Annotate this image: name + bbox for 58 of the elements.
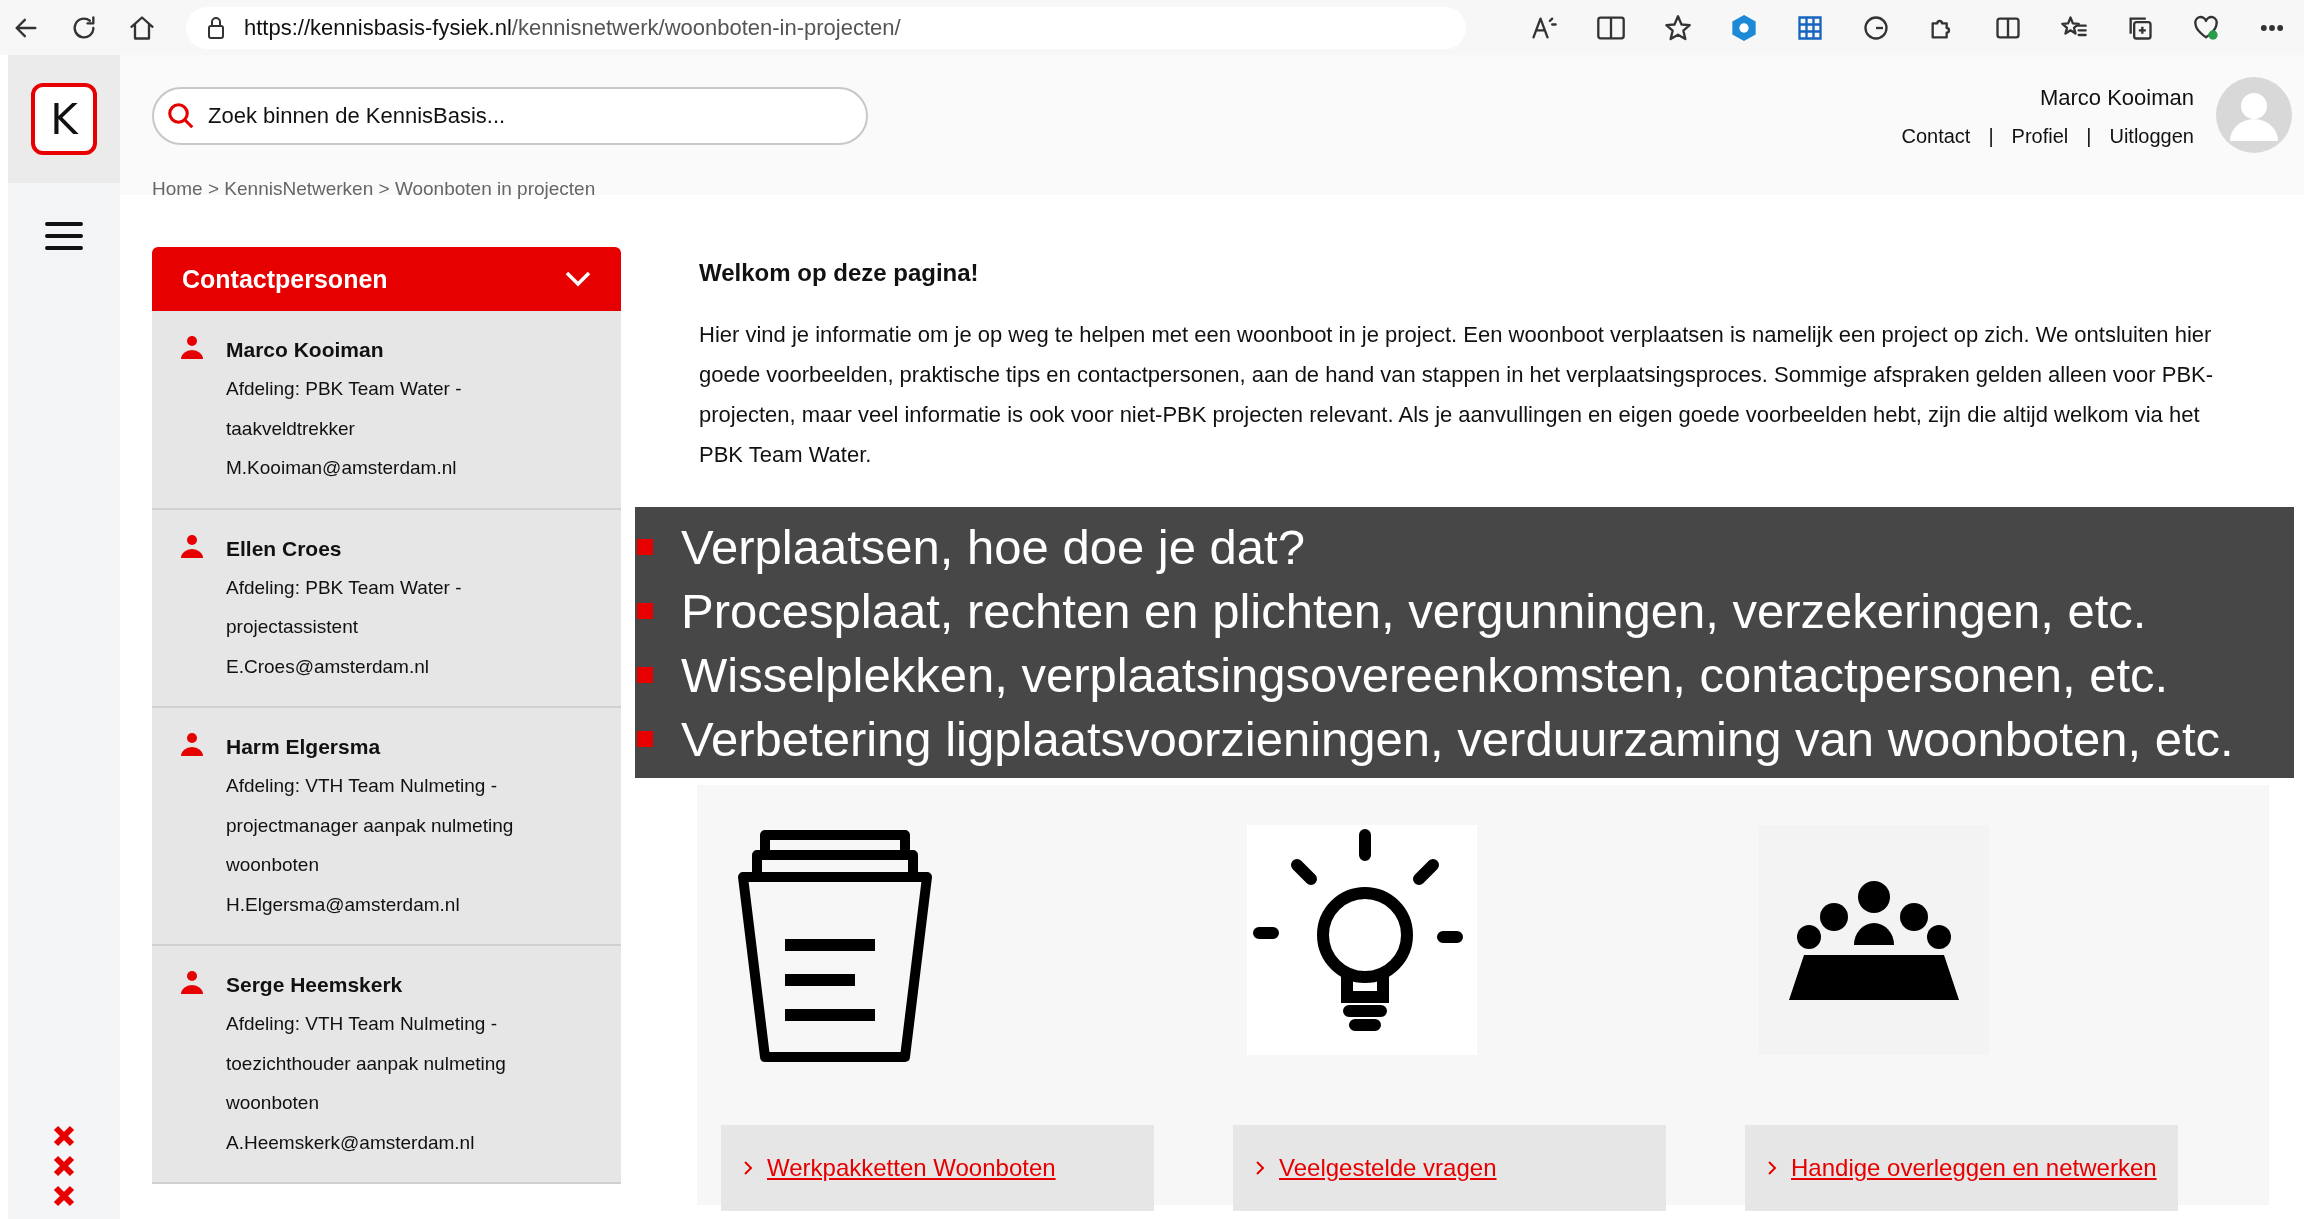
overlay-bullet-text: Procesplaat, rechten en plichten, vergunningen, verzekeringen, etc. — [681, 582, 2147, 640]
contact-email: E.Croes@amsterdam.nl — [226, 654, 431, 679]
header-link[interactable]: Contact — [1901, 125, 1971, 148]
header-link[interactable]: Uitloggen — [2109, 125, 2194, 148]
chevron-icon[interactable] — [565, 271, 591, 287]
resource-link[interactable]: Veelgestelde vragen — [1279, 1154, 1497, 1182]
refresh-icon[interactable] — [70, 13, 98, 42]
overlay-bullet-text: Verbetering ligplaatsvoorzieningen, verduurzaming van woonboten, etc. — [681, 710, 2234, 768]
contacts-header[interactable]: Contactpersonen — [152, 247, 621, 311]
logo[interactable]: K — [31, 83, 97, 155]
chevron-right-icon — [1767, 1160, 1777, 1176]
person-icon — [180, 335, 204, 359]
cross-icon — [53, 1185, 75, 1207]
heart-icon[interactable] — [2192, 13, 2220, 42]
bullet-icon — [637, 538, 653, 555]
person-icon — [180, 732, 204, 756]
header-link[interactable]: Profiel — [2011, 125, 2069, 148]
person-icon — [180, 533, 204, 558]
circle-icon[interactable] — [1862, 13, 1890, 42]
star-icon[interactable] — [1664, 13, 1692, 42]
contact-department: Afdeling: PBK Team Water - projectassistent — [226, 575, 463, 639]
bullet-icon — [637, 730, 653, 747]
bullet-icon — [637, 602, 653, 619]
link-separator: | — [2086, 125, 2092, 148]
cross-icon — [53, 1155, 75, 1177]
search-icon — [166, 101, 196, 131]
page-heading: Welkom op deze pagina! — [699, 259, 980, 287]
resource-link[interactable]: Werkpakketten Woonboten — [767, 1154, 1056, 1182]
contact-name: Harm Elgersma — [226, 734, 382, 760]
contact-name: Serge Heemskerk — [226, 972, 404, 998]
user-name: Marco Kooiman — [2039, 85, 2194, 111]
person-icon — [180, 970, 204, 994]
contacts-title: Contactpersonen — [182, 264, 388, 294]
chevron-right-icon — [743, 1160, 753, 1176]
lightbulb-icon — [1247, 825, 1477, 1055]
contact-name: Marco Kooiman — [226, 337, 385, 363]
home-icon[interactable] — [128, 13, 156, 42]
hexagon-icon[interactable] — [1730, 13, 1758, 42]
link-separator: | — [1988, 125, 1994, 148]
overlay-bullet-text: Wisselplekken, verplaatsingsovereenkomsten, contactpersonen, etc. — [681, 646, 2169, 704]
chevron-right-icon — [1255, 1160, 1265, 1176]
search-field[interactable]: Zoek binnen de KennisBasis... — [152, 87, 868, 145]
contact-name: Ellen Croes — [226, 535, 343, 562]
resource-link[interactable]: Handige overleggen en netwerken — [1791, 1154, 2157, 1182]
menu-icon[interactable] — [45, 221, 83, 251]
contact-email: A.Heemskerk@amsterdam.nl — [226, 1130, 476, 1155]
intro-paragraph: Hier vind je informatie om je op weg te helpen met een woonboot in je project. Een woonboot verplaatsen is namelijk een project op zich. We ontsluiten hier goede voorbeelden, praktische tips en contactpersonen, aan de hand van stappen in het verplaatsingsproces. Sommige afspraken gelden alleen voor PBK-projecten, maar veel informatie is ook voor niet-PBK projecten relevant. Als je aanvullingen en eigen goede voorbeelden hebt, zijn die altijd welkom via het PBK Team Water. — [699, 321, 2215, 469]
lock-icon[interactable] — [206, 15, 226, 40]
contact-department: Afdeling: PBK Team Water - taakveldtrekker — [226, 377, 463, 441]
contact-email: M.Kooiman@amsterdam.nl — [226, 456, 458, 480]
contact-email: H.Elgersma@amsterdam.nl — [226, 892, 461, 917]
bullet-icon — [637, 666, 653, 683]
cross-icon — [53, 1125, 75, 1147]
overlay-bullet-text: Verplaatsen, hoe doe je dat? — [681, 518, 1305, 576]
reader-view-icon[interactable] — [1596, 13, 1626, 42]
contact-department: Afdeling: VTH Team Nulmeting - projectmanager aanpak nulmeting woonboten — [226, 774, 515, 877]
contact-department: Afdeling: VTH Team Nulmeting - toezichthouder aanpak nulmeting woonboten — [226, 1012, 507, 1115]
grid-icon[interactable] — [1796, 13, 1824, 42]
